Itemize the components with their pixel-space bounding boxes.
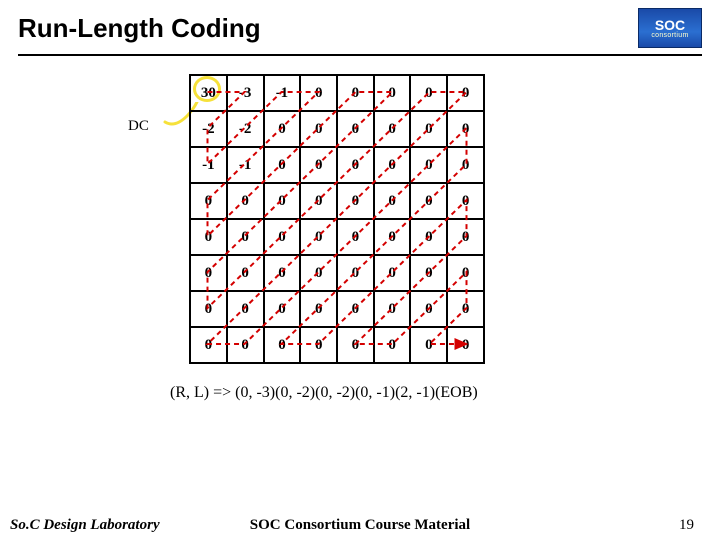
grid-cell: 0: [264, 111, 301, 147]
grid-cell: -1: [264, 75, 301, 111]
grid-cell: 0: [410, 327, 447, 363]
grid-cell: 0: [264, 147, 301, 183]
page-number: 19: [679, 517, 694, 534]
grid-cell: 0: [447, 147, 484, 183]
dct-matrix: 30-3-100000-2-2000000-1-1000000000000000…: [189, 74, 485, 362]
grid-cell: 0: [337, 219, 374, 255]
grid-cell: 0: [410, 183, 447, 219]
grid-cell: -1: [190, 147, 227, 183]
grid-cell: 0: [337, 255, 374, 291]
grid-cell: 0: [447, 291, 484, 327]
grid-cell: 0: [374, 219, 411, 255]
grid-cell: 0: [447, 327, 484, 363]
rl-expression: (R, L) => (0, -3)(0, -2)(0, -2)(0, -1)(2…: [170, 384, 478, 402]
grid-cell: 0: [410, 219, 447, 255]
grid-cell: 0: [300, 183, 337, 219]
grid-cell: 0: [337, 183, 374, 219]
grid-cell: 0: [300, 219, 337, 255]
grid-cell: 0: [190, 183, 227, 219]
footer-course: SOC Consortium Course Material: [250, 517, 470, 534]
grid-cell: 0: [227, 183, 264, 219]
header-rule: [18, 54, 702, 56]
grid-cell: 0: [227, 327, 264, 363]
grid-cell: 0: [264, 327, 301, 363]
grid-cell: 0: [300, 327, 337, 363]
grid-cell: 0: [447, 255, 484, 291]
grid-cell: 0: [190, 327, 227, 363]
grid-cell: 0: [374, 183, 411, 219]
grid-cell: 0: [300, 75, 337, 111]
grid-cell: 0: [300, 147, 337, 183]
grid-cell: 0: [410, 147, 447, 183]
grid-cell: -2: [190, 111, 227, 147]
footer-lab: So.C Design Laboratory: [10, 517, 160, 534]
soc-logo: SOC consortium: [638, 8, 702, 48]
grid-cell: 0: [190, 291, 227, 327]
grid-cell: 0: [337, 291, 374, 327]
grid-cell: 0: [300, 111, 337, 147]
page-title: Run-Length Coding: [18, 13, 261, 44]
grid-cell: 0: [374, 255, 411, 291]
grid-cell: 0: [337, 327, 374, 363]
grid-cell: 0: [227, 219, 264, 255]
grid-cell: 0: [447, 219, 484, 255]
grid-cell: 0: [374, 291, 411, 327]
grid-cell: 0: [374, 75, 411, 111]
grid-cell: 0: [264, 183, 301, 219]
grid-cell: 0: [374, 111, 411, 147]
grid-cell: 0: [264, 291, 301, 327]
grid-cell: 0: [337, 111, 374, 147]
logo-text-top: SOC: [655, 18, 685, 32]
grid-cell: 0: [447, 183, 484, 219]
grid-cell: 0: [447, 111, 484, 147]
grid-cell: 30: [190, 75, 227, 111]
grid-cell: 0: [264, 255, 301, 291]
grid-cell: 0: [410, 255, 447, 291]
grid-cell: 0: [374, 147, 411, 183]
grid-cell: 0: [227, 255, 264, 291]
grid-cell: 0: [227, 291, 264, 327]
grid-cell: 0: [300, 255, 337, 291]
grid-cell: 0: [447, 75, 484, 111]
grid-cell: 0: [410, 111, 447, 147]
data-grid: 30-3-100000-2-2000000-1-1000000000000000…: [189, 74, 485, 364]
grid-cell: 0: [410, 75, 447, 111]
grid-cell: -2: [227, 111, 264, 147]
grid-cell: 0: [410, 291, 447, 327]
grid-cell: 0: [337, 75, 374, 111]
grid-cell: 0: [374, 327, 411, 363]
grid-cell: -1: [227, 147, 264, 183]
grid-cell: 0: [337, 147, 374, 183]
logo-text-bottom: consortium: [651, 32, 688, 39]
grid-cell: 0: [300, 291, 337, 327]
grid-cell: 0: [264, 219, 301, 255]
grid-cell: 0: [190, 255, 227, 291]
grid-cell: 0: [190, 219, 227, 255]
dc-label: DC: [128, 118, 149, 135]
grid-cell: -3: [227, 75, 264, 111]
